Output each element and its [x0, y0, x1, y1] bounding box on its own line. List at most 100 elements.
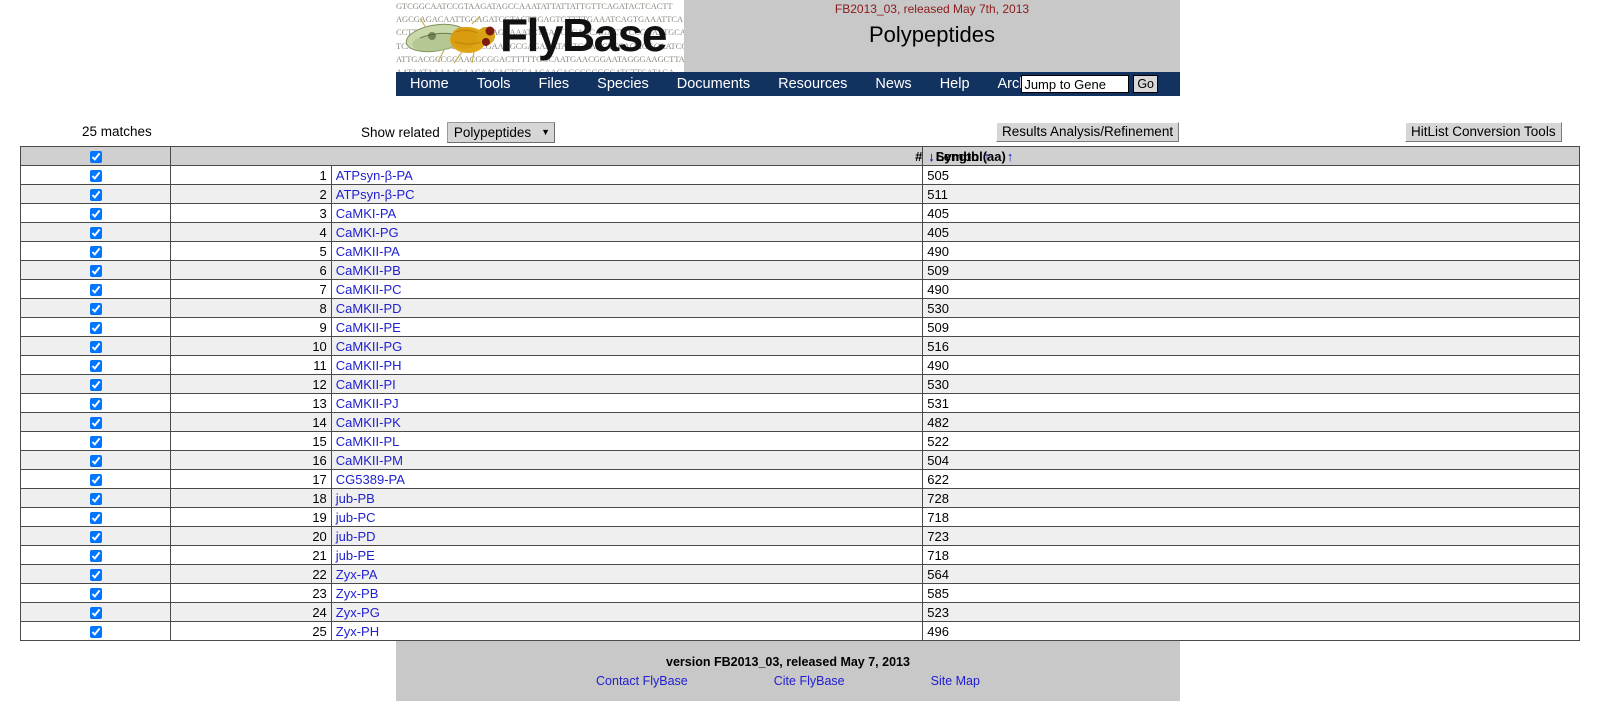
row-select-checkbox[interactable]	[89, 227, 102, 240]
row-symbol-cell: Zyx-PA	[330, 564, 924, 584]
polypeptide-symbol-link[interactable]: jub-PD	[336, 529, 376, 544]
row-length: 531	[922, 393, 1580, 413]
row-select-checkbox[interactable]	[89, 550, 102, 563]
polypeptide-symbol-link[interactable]: Zyx-PG	[336, 605, 380, 620]
symbol-sort-desc-icon[interactable]: ↓	[927, 149, 936, 164]
row-select-checkbox[interactable]	[89, 189, 102, 202]
row-select-checkbox[interactable]	[89, 455, 102, 468]
footer-link-cite-flybase[interactable]: Cite FlyBase	[774, 674, 845, 688]
row-select-checkbox[interactable]	[89, 246, 102, 259]
nav-item-news[interactable]: News	[866, 72, 920, 96]
nav-item-tools[interactable]: Tools	[468, 72, 520, 96]
row-select-checkbox[interactable]	[89, 170, 102, 183]
row-select-cell	[19, 298, 172, 318]
footer-link-site-map[interactable]: Site Map	[931, 674, 980, 688]
polypeptide-symbol-link[interactable]: ATPsyn-β-PA	[336, 168, 413, 183]
polypeptide-symbol-link[interactable]: CaMKII-PM	[336, 453, 403, 468]
polypeptide-symbol-link[interactable]: Zyx-PB	[336, 586, 379, 601]
row-symbol-cell: CaMKII-PK	[330, 412, 924, 432]
row-select-checkbox[interactable]	[89, 284, 102, 297]
row-select-checkbox[interactable]	[89, 265, 102, 278]
row-select-checkbox[interactable]	[89, 607, 102, 620]
row-select-checkbox[interactable]	[89, 493, 102, 506]
polypeptide-symbol-link[interactable]: Zyx-PH	[336, 624, 379, 639]
row-symbol-cell: Zyx-PH	[330, 621, 924, 641]
row-symbol-cell: CaMKII-PH	[330, 355, 924, 375]
polypeptide-symbol-link[interactable]: CaMKII-PB	[336, 263, 401, 278]
hitlist-conversion-tools-button[interactable]: HitList Conversion Tools	[1405, 122, 1562, 142]
footer-link-contact-flybase[interactable]: Contact FlyBase	[596, 674, 688, 688]
row-length: 718	[922, 507, 1580, 527]
nav-item-documents[interactable]: Documents	[668, 72, 759, 96]
row-length: 723	[922, 526, 1580, 546]
row-select-cell	[19, 507, 172, 527]
polypeptide-symbol-link[interactable]: CaMKI-PG	[336, 225, 399, 240]
symbol-sort-asc-icon[interactable]: ↑	[983, 149, 992, 164]
row-select-checkbox[interactable]	[89, 208, 102, 221]
table-header-row: # ↓Symbol↑ ↓Length (aa)↑	[19, 146, 1580, 166]
jump-to-gene-input[interactable]	[1021, 75, 1130, 93]
release-note: FB2013_03, released May 7th, 2013	[834, 2, 1030, 16]
row-select-checkbox[interactable]	[89, 360, 102, 373]
polypeptide-symbol-link[interactable]: CaMKII-PG	[336, 339, 402, 354]
footer-version-text: version FB2013_03, released May 7, 2013	[666, 655, 910, 669]
polypeptide-symbol-link[interactable]: CG5389-PA	[336, 472, 405, 487]
row-select-checkbox[interactable]	[89, 398, 102, 411]
table-row: 16 CaMKII-PM 504	[19, 450, 1580, 470]
row-symbol-cell: CaMKII-PM	[330, 450, 924, 470]
row-select-checkbox[interactable]	[89, 379, 102, 392]
row-symbol-cell: jub-PC	[330, 507, 924, 527]
row-number: 9	[170, 317, 332, 337]
polypeptide-symbol-link[interactable]: CaMKI-PA	[336, 206, 396, 221]
row-select-cell	[19, 564, 172, 584]
row-select-checkbox[interactable]	[89, 512, 102, 525]
polypeptide-symbol-link[interactable]: CaMKII-PL	[336, 434, 400, 449]
polypeptide-symbol-link[interactable]: jub-PC	[336, 510, 376, 525]
nav-item-species[interactable]: Species	[588, 72, 658, 96]
nav-item-files[interactable]: Files	[530, 72, 579, 96]
nav-item-resources[interactable]: Resources	[769, 72, 856, 96]
polypeptide-symbol-link[interactable]: CaMKII-PK	[336, 415, 401, 430]
results-analysis-refinement-button[interactable]: Results Analysis/Refinement	[996, 122, 1180, 142]
flybase-logo[interactable]: GTCGGCAATCCGTAAGATAGCCAAATATTATTATTGTTCA…	[396, 0, 684, 72]
row-select-checkbox[interactable]	[89, 341, 102, 354]
row-select-checkbox[interactable]	[89, 569, 102, 582]
row-select-checkbox[interactable]	[89, 322, 102, 335]
polypeptide-symbol-link[interactable]: jub-PB	[336, 491, 375, 506]
row-select-checkbox[interactable]	[89, 588, 102, 601]
table-row: 6 CaMKII-PB 509	[19, 260, 1580, 280]
row-length: 622	[922, 469, 1580, 489]
row-number: 14	[170, 412, 332, 432]
table-row: 19 jub-PC 718	[19, 507, 1580, 527]
row-number: 3	[170, 203, 332, 223]
polypeptide-symbol-link[interactable]: ATPsyn-β-PC	[336, 187, 415, 202]
row-select-checkbox[interactable]	[89, 417, 102, 430]
select-all-checkbox[interactable]	[89, 151, 102, 164]
table-row: 12 CaMKII-PI 530	[19, 374, 1580, 394]
row-select-cell	[19, 222, 172, 242]
row-select-checkbox[interactable]	[89, 303, 102, 316]
nav-item-home[interactable]: Home	[401, 72, 458, 96]
polypeptide-symbol-link[interactable]: CaMKII-PH	[336, 358, 402, 373]
polypeptide-symbol-link[interactable]: jub-PE	[336, 548, 375, 563]
row-select-checkbox[interactable]	[89, 626, 102, 639]
polypeptide-symbol-link[interactable]: CaMKII-PI	[336, 377, 396, 392]
row-select-checkbox[interactable]	[89, 436, 102, 449]
table-row: 5 CaMKII-PA 490	[19, 241, 1580, 261]
row-number: 25	[170, 621, 332, 641]
polypeptide-symbol-link[interactable]: CaMKII-PC	[336, 282, 402, 297]
polypeptide-symbol-link[interactable]: CaMKII-PE	[336, 320, 401, 335]
show-related-select[interactable]: Polypeptides ▼	[446, 122, 556, 143]
table-row: 4 CaMKI-PG 405	[19, 222, 1580, 242]
polypeptide-symbol-link[interactable]: Zyx-PA	[336, 567, 378, 582]
row-select-checkbox[interactable]	[89, 531, 102, 544]
row-select-checkbox[interactable]	[89, 474, 102, 487]
polypeptide-symbol-link[interactable]: CaMKII-PA	[336, 244, 400, 259]
polypeptide-symbol-link[interactable]: CaMKII-PD	[336, 301, 402, 316]
site-footer: version FB2013_03, released May 7, 2013 …	[396, 641, 1180, 701]
go-button[interactable]: Go	[1133, 75, 1158, 93]
row-symbol-cell: CaMKII-PC	[330, 279, 924, 299]
row-select-cell	[19, 336, 172, 356]
nav-item-help[interactable]: Help	[931, 72, 979, 96]
polypeptide-symbol-link[interactable]: CaMKII-PJ	[336, 396, 399, 411]
